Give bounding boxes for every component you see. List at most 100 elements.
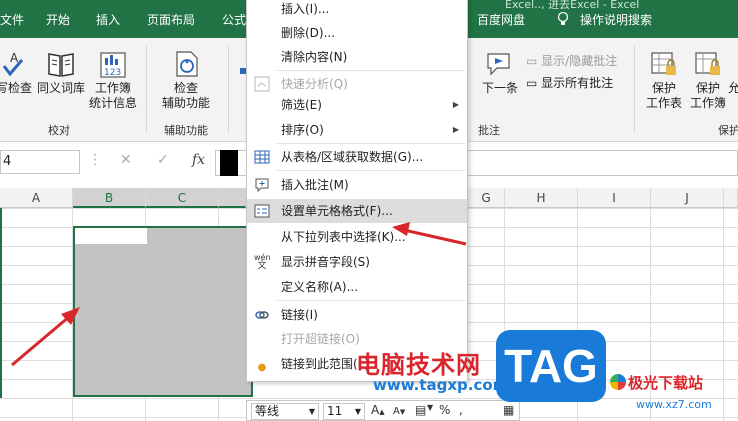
allow-edit-icon	[728, 50, 738, 81]
name-box[interactable]: 4	[0, 150, 80, 174]
ribbon-separator	[146, 46, 147, 132]
comment-icon: ▭	[526, 54, 538, 68]
column-header-b[interactable]: B	[73, 188, 146, 208]
menu-item-pick-from-list[interactable]: 从下拉列表中选择(K)...	[247, 225, 467, 249]
dropdown-icon: ▼	[354, 407, 361, 416]
ribbon-separator	[634, 46, 635, 132]
menu-item-format-cells[interactable]: 设置单元格格式(F)...	[247, 199, 467, 223]
formula-cursor	[220, 150, 238, 176]
next-comment-button[interactable]: 下一条	[478, 50, 522, 96]
tab-insert[interactable]: 插入	[96, 11, 120, 29]
group-label-protect: 保护	[718, 124, 738, 137]
menu-separator	[277, 143, 465, 144]
menu-separator	[277, 70, 465, 71]
context-menu: 插入(I)... 删除(D)... 清除内容(N) 快速分析(Q) 筛选(E) ▶…	[246, 0, 468, 382]
shrink-font-button[interactable]: A▼	[393, 406, 405, 417]
spelling-icon: A	[2, 51, 24, 77]
phonetic-icon: wén 文	[254, 253, 271, 271]
column-header-i[interactable]: I	[578, 188, 651, 208]
column-header-g[interactable]: G	[468, 188, 505, 208]
column-header-h[interactable]: H	[505, 188, 578, 208]
selected-range[interactable]	[73, 226, 253, 397]
submenu-arrow-icon: ▶	[452, 125, 459, 134]
book-icon	[48, 53, 74, 77]
group-label-comments: 批注	[478, 124, 500, 137]
tab-file[interactable]: 文件	[0, 11, 24, 29]
tell-me-icon[interactable]	[556, 11, 570, 29]
cancel-button[interactable]: ✕	[120, 152, 132, 168]
column-header-a[interactable]: A	[0, 188, 73, 208]
menu-item-insert-comment[interactable]: 插入批注(M)	[247, 173, 467, 197]
protect-workbook-button[interactable]: 保护 工作簿	[686, 50, 730, 111]
tab-tell-me[interactable]: 操作说明搜索	[580, 11, 652, 29]
protect-sheet-icon	[651, 52, 676, 75]
format-cells-icon	[254, 204, 270, 218]
spelling-button[interactable]: A 拼写检查	[0, 50, 32, 96]
menu-separator	[277, 300, 465, 301]
menu-item-filter[interactable]: 筛选(E) ▶	[247, 93, 467, 117]
show-hide-comment-button[interactable]: ▭ 显示/隐藏批注	[526, 52, 617, 69]
menu-item-clear-contents[interactable]: 清除内容(N)	[247, 45, 467, 69]
excel-window: Excel.., 进去Excel - Excel 文件 开始 插入 页面布局 公…	[0, 0, 738, 421]
menu-item-sort[interactable]: 排序(O) ▶	[247, 118, 467, 142]
tab-formulas[interactable]: 公式	[222, 11, 246, 29]
column-header-d[interactable]	[219, 188, 246, 208]
column-header-j[interactable]: J	[651, 188, 724, 208]
menu-item-insert[interactable]: 插入(I)...	[247, 0, 467, 21]
column-header-c[interactable]: C	[146, 188, 219, 208]
show-all-comments-button[interactable]: ▭ 显示所有批注	[526, 74, 613, 91]
protect-workbook-icon	[695, 52, 720, 75]
comments-icon: ▭	[526, 76, 538, 90]
menu-item-delete[interactable]: 删除(D)...	[247, 21, 467, 45]
more-icon: ⋮	[88, 152, 102, 168]
format-painter-icon[interactable]: ▦	[503, 403, 514, 417]
dropdown-icon[interactable]: ▼	[427, 403, 433, 412]
statistics-icon: 123	[100, 52, 126, 78]
accessibility-check-icon	[176, 51, 198, 77]
comma-style-button[interactable]: ,	[459, 403, 463, 417]
accounting-format-icon[interactable]: ▤	[415, 403, 426, 417]
menu-item-define-name[interactable]: 定义名称(A)...	[247, 275, 467, 299]
protect-sheet-button[interactable]: 保护 工作表	[642, 50, 686, 111]
mini-toolbar: 等线 ▼ 11 ▼ A▲ A▼ ▤ ▼ % , ▦	[246, 400, 520, 421]
comment-icon	[255, 178, 269, 193]
enter-button[interactable]: ✓	[157, 152, 169, 168]
table-icon	[254, 150, 270, 164]
column-header-k[interactable]	[724, 188, 738, 208]
allow-edit-ranges-button[interactable]: 允	[728, 50, 738, 96]
grid-line	[723, 208, 724, 421]
percent-style-button[interactable]: %	[439, 403, 450, 417]
group-label-proofing: 校对	[48, 124, 70, 137]
next-comment-icon	[487, 53, 510, 76]
tab-baidu-netdisk[interactable]: 百度网盘	[477, 11, 525, 29]
watermark-site-name: 电脑技术网	[356, 351, 481, 379]
watermark-tag-logo: TAG	[496, 330, 606, 402]
ribbon-separator	[228, 46, 229, 132]
watermark-jiguang: 极光下载站	[628, 374, 704, 392]
font-name-select[interactable]: 等线 ▼	[251, 403, 319, 420]
workbook-statistics-button[interactable]: 123 工作簿 统计信息	[88, 50, 138, 111]
tab-home[interactable]: 开始	[46, 11, 70, 29]
menu-separator	[277, 170, 465, 171]
menu-item-link[interactable]: 链接(I)	[247, 303, 467, 327]
insert-function-button[interactable]: fx	[192, 152, 205, 168]
tab-page-layout[interactable]: 页面布局	[147, 11, 195, 29]
jiguang-logo-icon	[610, 374, 626, 390]
group-label-accessibility: 辅助功能	[164, 124, 208, 137]
dropdown-icon: ▼	[308, 407, 315, 416]
quick-analysis-icon	[254, 76, 270, 92]
svg-text:123: 123	[104, 68, 121, 78]
bullet-icon: ●	[257, 362, 267, 373]
thesaurus-button[interactable]: 同义词库	[36, 50, 86, 96]
link-icon	[255, 311, 269, 319]
active-cell[interactable]	[75, 228, 147, 244]
menu-item-show-phonetic[interactable]: wén 文 显示拼音字段(S)	[247, 250, 467, 274]
font-size-select[interactable]: 11 ▼	[323, 403, 365, 420]
row-selection-indicator	[0, 208, 2, 398]
check-accessibility-button[interactable]: 检查 辅助功能	[156, 50, 216, 111]
menu-item-get-data[interactable]: 从表格/区域获取数据(G)...	[247, 145, 467, 169]
watermark-jiguang-url: www.xz7.com	[636, 398, 712, 411]
watermark-site-url: www.tagxp.com	[373, 376, 509, 394]
grow-font-button[interactable]: A▲	[371, 403, 385, 417]
submenu-arrow-icon: ▶	[452, 100, 459, 109]
